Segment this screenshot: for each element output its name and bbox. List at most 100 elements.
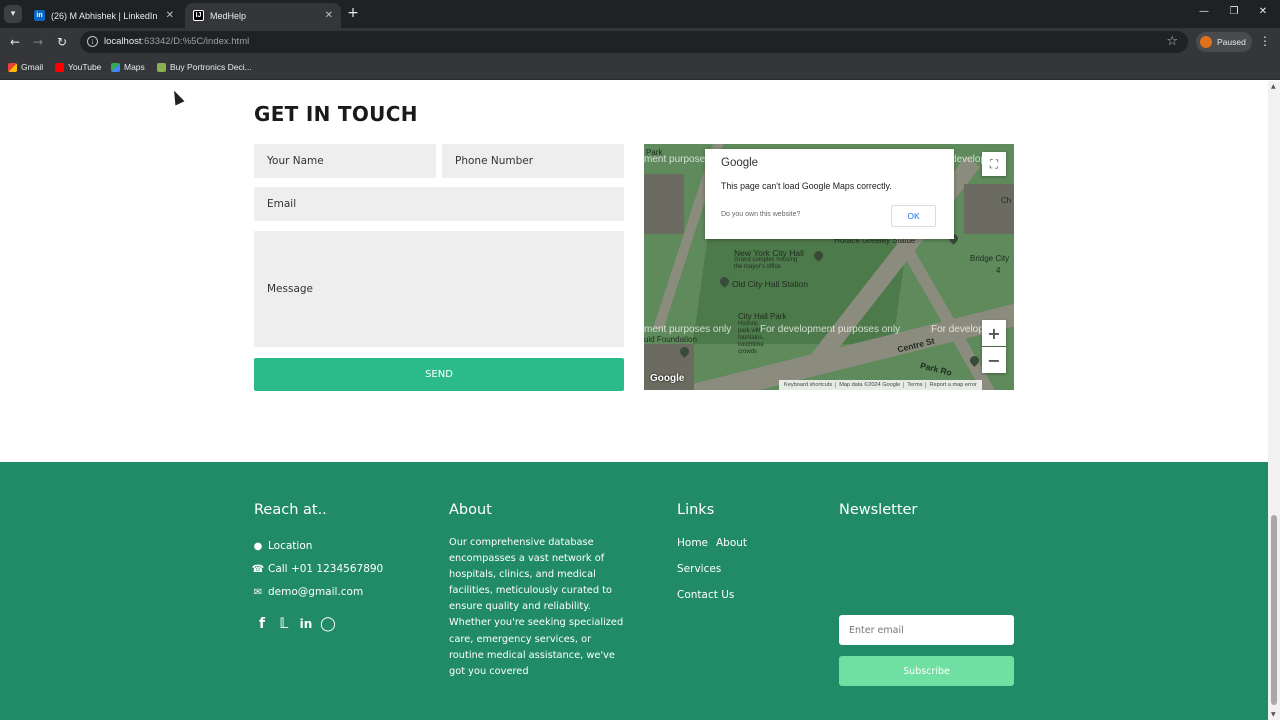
page-title: GET IN TOUCH [254, 102, 418, 126]
footer: Reach at.. ● Location ☎ Call +01 123456789… [0, 462, 1268, 720]
scroll-down-arrow-icon[interactable]: ▼ [1271, 711, 1276, 718]
about-text: Our comprehensive database encompasses a… [449, 537, 624, 677]
bookmark-youtube[interactable]: YouTube [55, 62, 101, 72]
tab-search-chevron-icon[interactable]: ▾ [4, 5, 22, 23]
google-logo: Google [650, 373, 685, 384]
map-label: Grand complex housing the mayor's office [734, 257, 798, 270]
bookmark-portronics[interactable]: Buy Portronics Deci... [157, 62, 252, 72]
web-page: GET IN TOUCH SEND ment purposes develop … [0, 81, 1268, 720]
url-text[interactable]: localhost:63342/D:%5C/index.html [104, 36, 249, 47]
map-label: Bridge City [970, 254, 1010, 263]
close-icon[interactable]: ✕ [166, 10, 174, 21]
map-building [964, 184, 1014, 234]
map-label: Old City Hall Station [732, 279, 809, 289]
reach-heading: Reach at.. [254, 502, 327, 518]
phone-input[interactable] [442, 144, 624, 178]
portronics-icon [157, 62, 166, 72]
message-input[interactable] [254, 231, 624, 347]
dialog-message: This page can't load Google Maps correct… [721, 181, 892, 191]
twitter-icon[interactable]: 𝕃 [276, 616, 292, 632]
phone-icon: ☎ [251, 563, 265, 575]
bookmark-gmail[interactable]: Gmail [8, 62, 43, 72]
minimize-icon[interactable]: — [1197, 6, 1211, 17]
map-marker-icon: ● [253, 540, 263, 552]
map-dev-text: For development purposes only [760, 324, 901, 335]
terms-link[interactable]: Terms [904, 382, 927, 388]
tab-title: (26) M Abhishek | LinkedIn [51, 10, 158, 21]
footer-link-home[interactable]: Home [677, 537, 708, 549]
map-label: uid Foundation [644, 335, 697, 344]
bookmark-label: Maps [124, 62, 145, 72]
map-dev-text: develop [951, 154, 987, 165]
location-link[interactable]: ● Location [252, 540, 313, 552]
new-tab-plus-icon[interactable]: + [346, 5, 360, 21]
map-label: 4 [996, 266, 1001, 275]
tab-title: MedHelp [210, 10, 247, 21]
zoom-out-icon[interactable]: − [982, 347, 1006, 373]
address-bar[interactable]: i localhost:63342/D:%5C/index.html ☆ [80, 31, 1188, 53]
map-label: Park Ro [919, 360, 953, 378]
url-path: :63342/D:%5C/index.html [141, 36, 250, 47]
footer-link-contact[interactable]: Contact Us [677, 589, 734, 601]
dialog-brand: Google [721, 157, 759, 169]
close-icon[interactable]: ✕ [325, 10, 333, 21]
phone-link[interactable]: ☎ Call +01 1234567890 [252, 563, 383, 575]
gmail-icon [8, 62, 17, 72]
map-label: Ch [1001, 196, 1012, 205]
bookmark-star-icon[interactable]: ☆ [1166, 34, 1178, 49]
bookmark-maps[interactable]: Maps [111, 62, 145, 72]
map-dev-text: ment purposes only [644, 324, 732, 335]
forward-arrow-icon[interactable]: → [29, 33, 47, 51]
google-map[interactable]: ment purposes develop Park New York City… [644, 144, 1014, 390]
phone-text: Call +01 1234567890 [268, 563, 384, 575]
profile-status: Paused [1217, 37, 1246, 47]
subscribe-button[interactable]: Subscribe [839, 656, 1014, 686]
dialog-question-link[interactable]: Do you own this website? [721, 211, 800, 218]
links-heading: Links [677, 502, 715, 518]
dialog-ok-button[interactable]: OK [891, 205, 936, 227]
intellij-icon: IJ [193, 10, 204, 21]
restore-icon[interactable]: ❐ [1227, 6, 1241, 17]
reload-icon[interactable]: ↻ [53, 33, 71, 51]
map-dev-text: For develop [931, 324, 984, 335]
keyboard-shortcuts-link[interactable]: Keyboard shortcuts [781, 382, 837, 388]
report-error-link[interactable]: Report a map error [926, 382, 979, 388]
tab-linkedin[interactable]: in (26) M Abhishek | LinkedIn ✕ [26, 3, 182, 28]
info-icon[interactable]: i [87, 36, 98, 47]
linkedin-icon[interactable]: in [298, 617, 314, 631]
map-data-text: Map data ©2024 Google [836, 382, 905, 388]
instagram-icon[interactable]: ◯ [320, 616, 336, 632]
send-button[interactable]: SEND [254, 358, 624, 391]
tab-medhelp[interactable]: IJ MedHelp ✕ [185, 3, 341, 28]
scroll-thumb[interactable] [1271, 515, 1277, 705]
page-scrollbar[interactable]: ▲ ▼ [1268, 81, 1280, 720]
menu-dots-icon[interactable]: ⋮ [1259, 34, 1271, 48]
maps-icon [111, 62, 120, 72]
email-link[interactable]: ✉ demo@gmail.com [252, 586, 363, 598]
footer-link-services[interactable]: Services [677, 563, 721, 575]
name-input[interactable] [254, 144, 436, 178]
facebook-icon[interactable]: f [254, 616, 270, 632]
footer-link-about[interactable]: About [716, 537, 747, 549]
bookmark-label: YouTube [68, 62, 102, 72]
bookmark-label: Buy Portronics Deci... [170, 62, 252, 72]
url-host: localhost [104, 36, 142, 47]
avatar [1200, 36, 1212, 48]
newsletter-heading: Newsletter [839, 502, 918, 518]
map-label: City Hall Park [738, 312, 787, 321]
map-building [644, 174, 684, 234]
profile-button[interactable]: Paused [1196, 32, 1252, 52]
browser-toolbar: ← → ↻ i localhost:63342/D:%5C/index.html… [0, 28, 1280, 56]
newsletter-email-input[interactable] [839, 615, 1014, 645]
window-close-icon[interactable]: ✕ [1256, 6, 1270, 17]
bookmark-label: Gmail [21, 62, 44, 72]
envelope-icon: ✉ [253, 586, 263, 598]
email-text: demo@gmail.com [268, 586, 364, 598]
youtube-icon [55, 62, 64, 72]
email-input[interactable] [254, 187, 624, 221]
map-label: Park [646, 148, 663, 157]
fullscreen-icon[interactable]: ⛶ [982, 152, 1006, 176]
zoom-in-icon[interactable]: + [982, 320, 1006, 346]
back-arrow-icon[interactable]: ← [6, 33, 24, 51]
scroll-up-arrow-icon[interactable]: ▲ [1271, 83, 1276, 90]
